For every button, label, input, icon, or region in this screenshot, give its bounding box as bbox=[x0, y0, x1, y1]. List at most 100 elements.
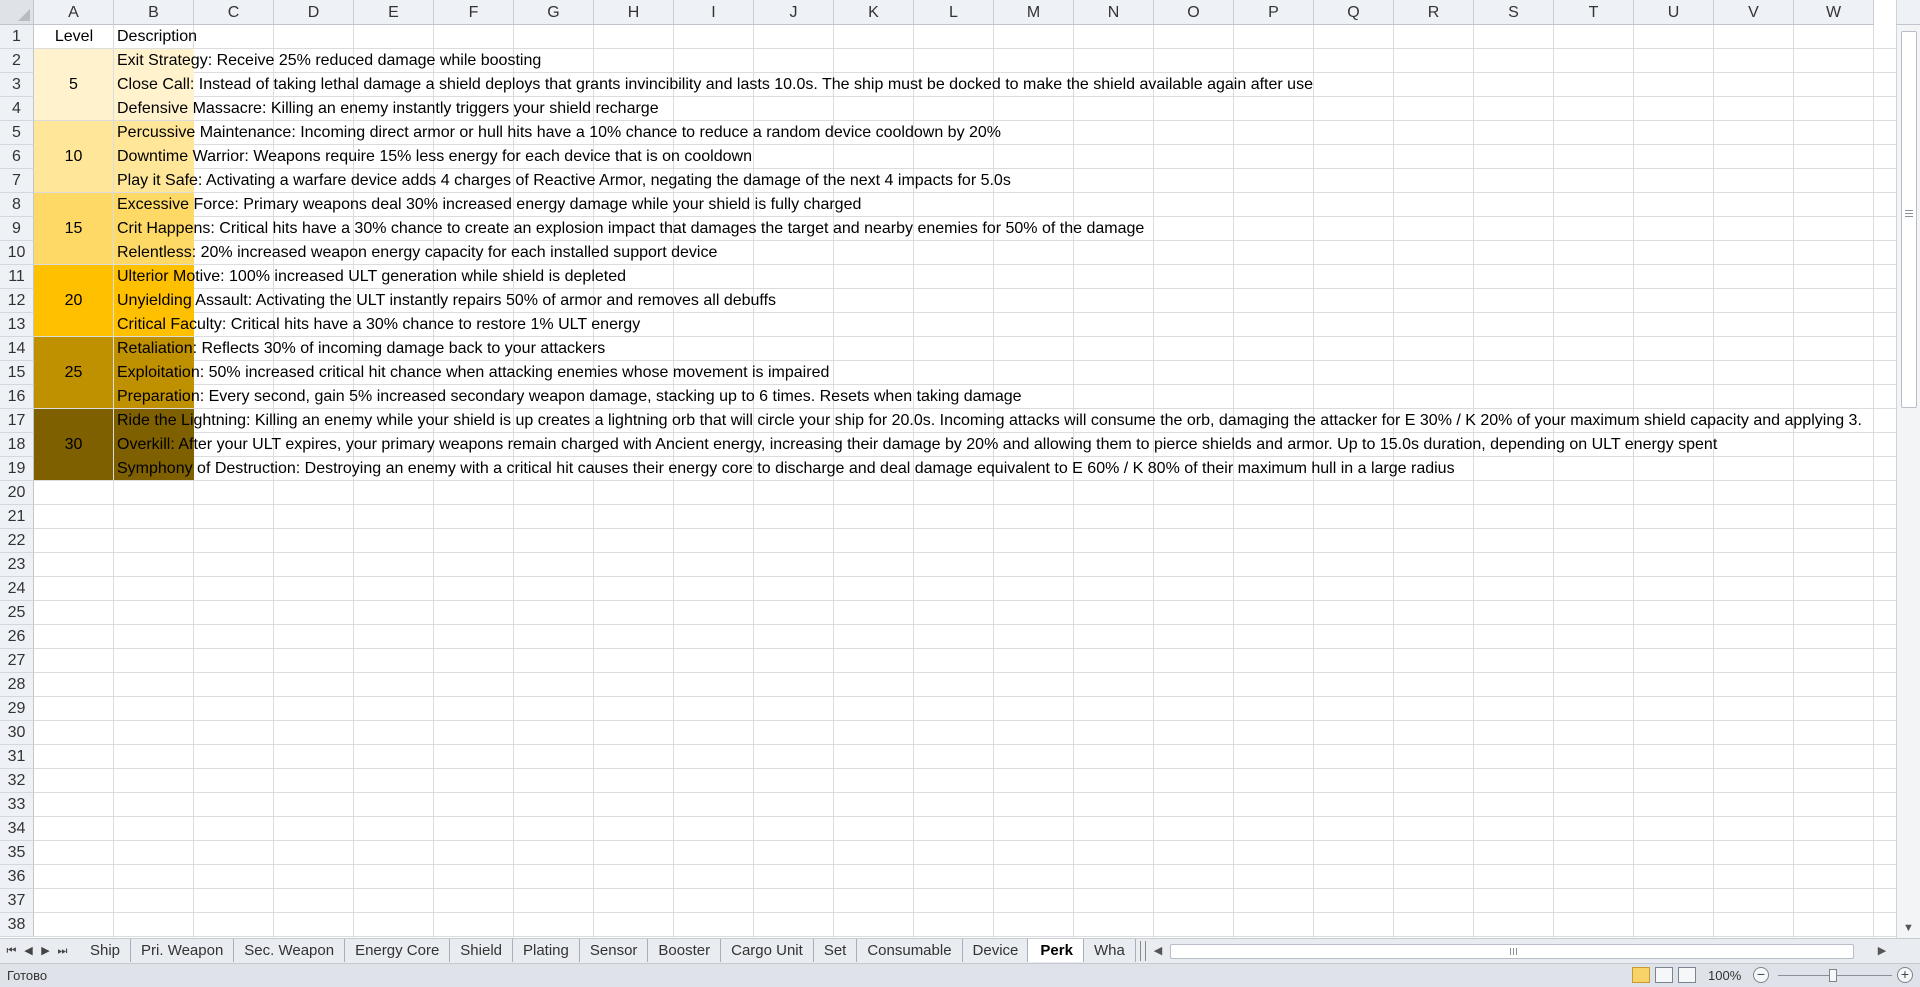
scroll-left-icon[interactable]: ◀ bbox=[1150, 941, 1166, 961]
column-header-f[interactable]: F bbox=[434, 0, 514, 25]
column-header-b[interactable]: B bbox=[114, 0, 194, 25]
column-header-n[interactable]: N bbox=[1074, 0, 1154, 25]
prev-sheet-icon[interactable]: ◀ bbox=[21, 942, 36, 960]
split-box[interactable] bbox=[1896, 0, 1920, 25]
column-header-p[interactable]: P bbox=[1234, 0, 1314, 25]
row-header[interactable]: 31 bbox=[0, 745, 34, 769]
horizontal-scroll-thumb[interactable] bbox=[1170, 944, 1854, 959]
perk-description-cell[interactable]: Retaliation: Reflects 30% of incoming da… bbox=[114, 337, 605, 361]
row-header[interactable]: 34 bbox=[0, 817, 34, 841]
perk-description-cell[interactable]: Defensive Massacre: Killing an enemy ins… bbox=[114, 97, 659, 121]
select-all-button[interactable] bbox=[0, 0, 34, 25]
row-header[interactable]: 32 bbox=[0, 769, 34, 793]
row-header[interactable]: 22 bbox=[0, 529, 34, 553]
horizontal-scrollbar[interactable]: ◀ ▶ bbox=[1150, 941, 1895, 961]
level-cell[interactable]: 10 bbox=[34, 121, 113, 192]
sheet-tab-shield[interactable]: Shield bbox=[448, 939, 513, 962]
row-header[interactable]: 18 bbox=[0, 433, 34, 457]
column-header-a[interactable]: A bbox=[34, 0, 114, 25]
perk-description-cell[interactable]: Close Call: Instead of taking lethal dam… bbox=[114, 73, 1313, 97]
perk-description-cell[interactable]: Overkill: After your ULT expires, your p… bbox=[114, 433, 1717, 457]
row-header[interactable]: 7 bbox=[0, 169, 34, 193]
row-header[interactable]: 2 bbox=[0, 49, 34, 73]
perk-description-cell[interactable]: Unyielding Assault: Activating the ULT i… bbox=[114, 289, 776, 313]
row-header[interactable]: 23 bbox=[0, 553, 34, 577]
level-header[interactable]: Level bbox=[34, 25, 114, 49]
column-header-v[interactable]: V bbox=[1714, 0, 1794, 25]
last-sheet-icon[interactable]: ⏭ bbox=[55, 942, 70, 960]
row-header[interactable]: 3 bbox=[0, 73, 34, 97]
row-header[interactable]: 36 bbox=[0, 865, 34, 889]
column-header-u[interactable]: U bbox=[1634, 0, 1714, 25]
sheet-tab-booster[interactable]: Booster bbox=[646, 939, 722, 962]
tab-split-handle[interactable] bbox=[1140, 941, 1146, 961]
column-header-k[interactable]: K bbox=[834, 0, 914, 25]
perk-description-cell[interactable]: Exploitation: 50% increased critical hit… bbox=[114, 361, 829, 385]
perk-description-cell[interactable]: Downtime Warrior: Weapons require 15% le… bbox=[114, 145, 752, 169]
column-header-q[interactable]: Q bbox=[1314, 0, 1394, 25]
row-header[interactable]: 10 bbox=[0, 241, 34, 265]
row-header[interactable]: 8 bbox=[0, 193, 34, 217]
column-header-s[interactable]: S bbox=[1474, 0, 1554, 25]
column-header-r[interactable]: R bbox=[1394, 0, 1474, 25]
row-header[interactable]: 38 bbox=[0, 913, 34, 937]
page-break-icon[interactable] bbox=[1678, 967, 1696, 983]
sheet-tab-sensor[interactable]: Sensor bbox=[578, 939, 649, 962]
column-header-d[interactable]: D bbox=[274, 0, 354, 25]
perk-description-cell[interactable]: Exit Strategy: Receive 25% reduced damag… bbox=[114, 49, 541, 73]
column-header-o[interactable]: O bbox=[1154, 0, 1234, 25]
level-cell[interactable]: 25 bbox=[34, 337, 113, 408]
sheet-tab-perk[interactable]: Perk bbox=[1027, 939, 1084, 962]
row-header[interactable]: 11 bbox=[0, 265, 34, 289]
perk-description-cell[interactable]: Crit Happens: Critical hits have a 30% c… bbox=[114, 217, 1144, 241]
row-header[interactable]: 33 bbox=[0, 793, 34, 817]
column-header-t[interactable]: T bbox=[1554, 0, 1634, 25]
column-header-h[interactable]: H bbox=[594, 0, 674, 25]
page-layout-icon[interactable] bbox=[1655, 967, 1673, 983]
sheet-tab-device[interactable]: Device bbox=[961, 939, 1030, 962]
sheet-tab-ship[interactable]: Ship bbox=[78, 939, 132, 962]
normal-view-icon[interactable] bbox=[1632, 967, 1650, 983]
zoom-in-icon[interactable]: + bbox=[1897, 967, 1913, 983]
perk-description-cell[interactable]: Critical Faculty: Critical hits have a 3… bbox=[114, 313, 640, 337]
row-header[interactable]: 26 bbox=[0, 625, 34, 649]
row-header[interactable]: 19 bbox=[0, 457, 34, 481]
row-header[interactable]: 14 bbox=[0, 337, 34, 361]
row-header[interactable]: 21 bbox=[0, 505, 34, 529]
row-header[interactable]: 15 bbox=[0, 361, 34, 385]
vertical-scroll-thumb[interactable] bbox=[1901, 31, 1917, 408]
column-header-c[interactable]: C bbox=[194, 0, 274, 25]
column-header-g[interactable]: G bbox=[514, 0, 594, 25]
row-header[interactable]: 37 bbox=[0, 889, 34, 913]
row-header[interactable]: 6 bbox=[0, 145, 34, 169]
sheet-tab-sec-weapon[interactable]: Sec. Weapon bbox=[232, 939, 346, 962]
sheet-tab-wha[interactable]: Wha bbox=[1082, 939, 1136, 962]
perk-description-cell[interactable]: Excessive Force: Primary weapons deal 30… bbox=[114, 193, 861, 217]
column-header-e[interactable]: E bbox=[354, 0, 434, 25]
vertical-scrollbar[interactable]: ▲ ▼ bbox=[1896, 25, 1920, 938]
level-cell[interactable]: 15 bbox=[34, 193, 113, 264]
row-header[interactable]: 1 bbox=[0, 25, 34, 49]
description-header[interactable]: Description bbox=[114, 25, 197, 49]
row-header[interactable]: 9 bbox=[0, 217, 34, 241]
row-header[interactable]: 12 bbox=[0, 289, 34, 313]
row-header[interactable]: 27 bbox=[0, 649, 34, 673]
column-header-m[interactable]: M bbox=[994, 0, 1074, 25]
perk-description-cell[interactable]: Preparation: Every second, gain 5% incre… bbox=[114, 385, 1022, 409]
column-header-w[interactable]: W bbox=[1794, 0, 1874, 25]
row-header[interactable]: 4 bbox=[0, 97, 34, 121]
perk-description-cell[interactable]: Ulterior Motive: 100% increased ULT gene… bbox=[114, 265, 626, 289]
perk-description-cell[interactable]: Relentless: 20% increased weapon energy … bbox=[114, 241, 717, 265]
zoom-slider-handle[interactable] bbox=[1829, 969, 1837, 982]
sheet-tab-consumable[interactable]: Consumable bbox=[855, 939, 963, 962]
row-header[interactable]: 16 bbox=[0, 385, 34, 409]
level-cell[interactable]: 20 bbox=[34, 265, 113, 336]
row-header[interactable]: 35 bbox=[0, 841, 34, 865]
row-header[interactable]: 17 bbox=[0, 409, 34, 433]
level-cell[interactable]: 30 bbox=[34, 409, 113, 480]
row-header[interactable]: 24 bbox=[0, 577, 34, 601]
row-header[interactable]: 20 bbox=[0, 481, 34, 505]
column-header-l[interactable]: L bbox=[914, 0, 994, 25]
next-sheet-icon[interactable]: ▶ bbox=[38, 942, 53, 960]
perk-description-cell[interactable]: Symphony of Destruction: Destroying an e… bbox=[114, 457, 1455, 481]
